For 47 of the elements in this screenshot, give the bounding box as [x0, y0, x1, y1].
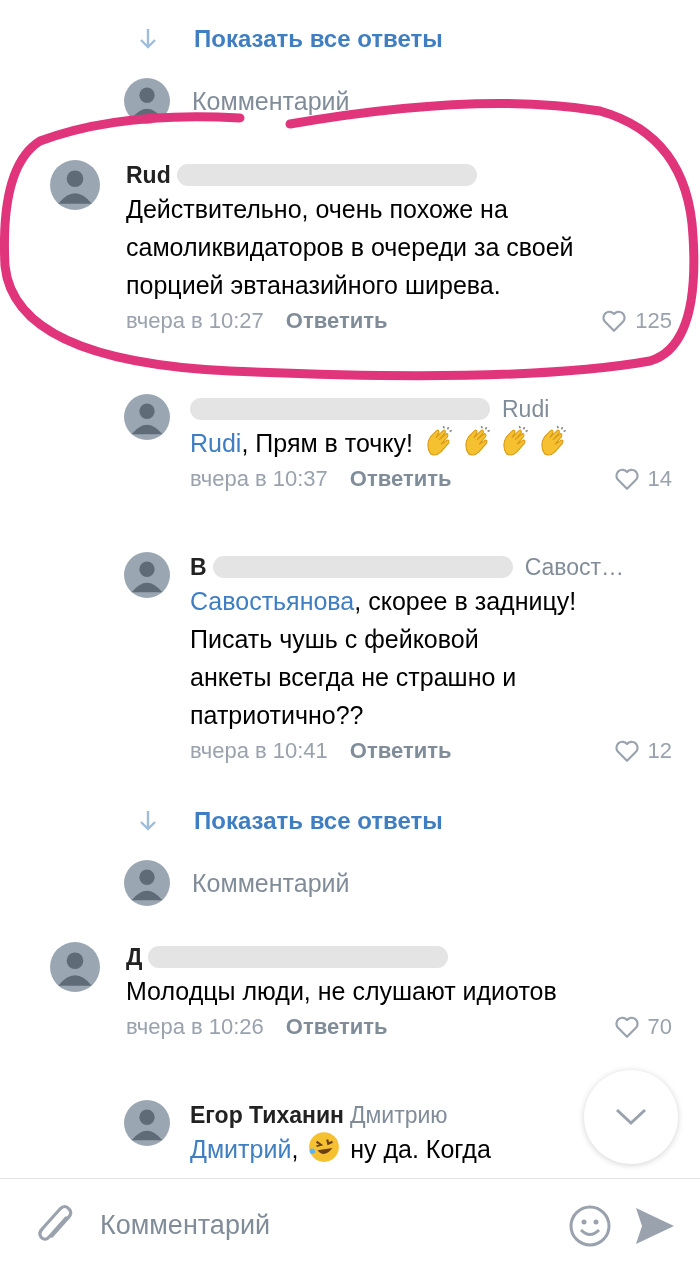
heart-icon: [613, 739, 640, 763]
comment-prompt[interactable]: Комментарий: [192, 868, 350, 898]
author-name[interactable]: Rud: [126, 161, 171, 189]
like-button[interactable]: 70: [613, 1014, 672, 1040]
comment-prompt[interactable]: Комментарий: [192, 86, 350, 116]
comment-input[interactable]: Комментарий: [98, 1209, 548, 1242]
laughing-face-icon: [307, 1130, 342, 1164]
comment-text: Савостьянова, скорее в задницу! Писать чушь с фейковой анкеты всегда не страшно и патриотично??: [190, 586, 578, 731]
mention-link[interactable]: Rudi: [190, 429, 242, 457]
heart-icon: [613, 467, 640, 491]
mention-link[interactable]: Савостьянова: [190, 587, 355, 615]
reply-to-name[interactable]: Дмитрию: [349, 1101, 448, 1129]
comment-text: Действительно, очень похоже на самоликвидаторов в очереди за своей порцией эвтаназийного ширева.: [126, 194, 575, 301]
heart-icon: [613, 1015, 640, 1039]
reply-button[interactable]: Ответить: [349, 738, 452, 764]
avatar: [124, 1100, 170, 1146]
avatar: [124, 78, 170, 124]
avatar: [124, 552, 170, 598]
down-arrow-icon: [138, 809, 158, 833]
like-button[interactable]: 125: [601, 308, 672, 334]
comment-time: вчера в 10:26: [126, 1014, 264, 1040]
like-button[interactable]: 14: [613, 466, 672, 492]
heart-icon: [601, 309, 628, 333]
author-name[interactable]: В: [190, 553, 207, 581]
reply-to-name[interactable]: Савост…: [524, 553, 625, 581]
smiley-icon[interactable]: [568, 1203, 612, 1248]
reply-button[interactable]: Ответить: [349, 466, 452, 492]
avatar: [124, 394, 170, 440]
down-arrow-icon: [138, 27, 158, 51]
author-name[interactable]: Д: [126, 943, 143, 971]
avatar: [124, 860, 170, 906]
avatar: [50, 942, 100, 992]
comment-text: Rudi, Прям в точку!: [190, 424, 672, 462]
mention-link[interactable]: Дмитрий: [190, 1135, 292, 1163]
show-replies-link[interactable]: Показать все ответы: [194, 807, 443, 835]
comment-time: вчера в 10:41: [190, 738, 328, 764]
comment-text: Молодцы люди, не слушают идиотов: [126, 976, 558, 1007]
chevron-down-icon: [614, 1107, 648, 1127]
reply-button[interactable]: Ответить: [285, 1014, 388, 1040]
reply-to-name[interactable]: Rudi: [502, 395, 550, 423]
like-button[interactable]: 12: [613, 738, 672, 764]
comment-time: вчера в 10:27: [126, 308, 264, 334]
show-replies-link[interactable]: Показать все ответы: [194, 25, 443, 53]
avatar: [50, 160, 100, 210]
comment-time: вчера в 10:37: [190, 466, 328, 492]
reply-button[interactable]: Ответить: [285, 308, 388, 334]
author-name[interactable]: Егор Тиханин: [190, 1101, 344, 1129]
